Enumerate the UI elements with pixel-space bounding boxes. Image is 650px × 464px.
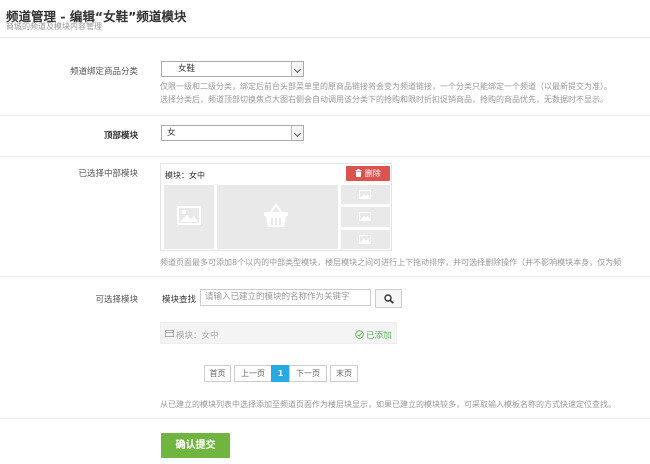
image-icon — [359, 212, 371, 224]
available-label: 可选择模块 — [95, 295, 138, 305]
pager-next[interactable]: 下一页 — [289, 365, 327, 382]
divider — [0, 156, 650, 157]
module-icon — [165, 330, 174, 340]
category-help-1: 仅限一级和二级分类，绑定后前台头部菜单里的原商品链接将会变为频道链接，一个分类只… — [160, 82, 612, 91]
page-header: 频道管理 - 编辑“女鞋”频道模块 商城的频道及模块内容管理 — [0, 0, 650, 38]
pagination: 首页 上一页 1 下一页 末页 — [204, 365, 358, 382]
image-icon — [177, 206, 201, 228]
divider — [0, 418, 650, 419]
top-module-select[interactable]: 女 — [161, 125, 304, 141]
available-help: 从已建立的模块列表中选择添加至频道页面作为楼层块显示，如果已建立的模块较多，可采… — [160, 400, 616, 409]
page-subtitle: 商城的频道及模块内容管理 — [6, 22, 102, 31]
search-button[interactable] — [375, 289, 402, 308]
submit-button[interactable]: 确认提交 — [161, 433, 230, 458]
search-input[interactable]: 请输入已建立的模块的名称作为关键字 — [200, 289, 371, 306]
pager-last[interactable]: 末页 — [330, 365, 358, 382]
top-module-label: 顶部模块 — [103, 131, 138, 141]
divider — [0, 276, 650, 277]
search-label: 模块查找 — [162, 295, 197, 305]
pager-first[interactable]: 首页 — [204, 365, 231, 382]
selected-mid-help: 频道页面最多可添加8个以内的中部类型模块，楼层模块之间可进行上下拖动排序，并可选… — [160, 258, 622, 267]
pager-current[interactable]: 1 — [271, 365, 290, 382]
module-result-status: 已添加 — [366, 331, 392, 341]
divider — [0, 115, 650, 116]
category-select[interactable]: 女鞋 — [161, 61, 304, 77]
check-circle-icon — [355, 330, 364, 342]
category-label: 频道绑定商品分类 — [69, 67, 138, 77]
pager-prev[interactable]: 上一页 — [234, 365, 272, 382]
selected-mid-label: 已选择中部模块 — [78, 169, 138, 179]
trash-icon — [355, 169, 365, 178]
top-module-select-value: 女 — [167, 128, 176, 138]
chevron-down-icon — [291, 62, 303, 76]
search-icon — [384, 294, 394, 307]
delete-label: 删除 — [364, 169, 381, 178]
module-card-title: 模块：女中 — [165, 171, 205, 180]
category-help-2: 选择分类后，频道顶部切换焦点大图右侧会自动调用该分类下的抢购和限时折扣促销商品，… — [160, 95, 608, 104]
chevron-down-icon — [291, 126, 303, 140]
module-result-label: 模块：女中 — [176, 331, 219, 341]
image-icon — [359, 190, 371, 202]
basket-icon — [263, 203, 289, 231]
delete-button[interactable]: 删除 — [346, 166, 390, 181]
category-select-value: 女鞋 — [178, 64, 196, 74]
image-icon — [359, 235, 371, 247]
